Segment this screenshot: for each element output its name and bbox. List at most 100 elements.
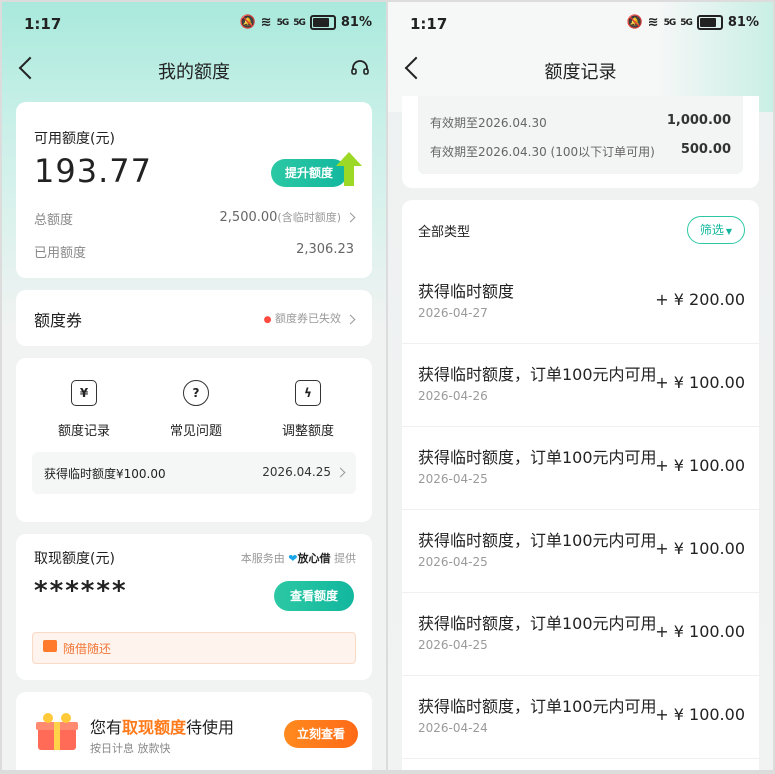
record-date: 2026-04-26 (418, 389, 488, 403)
list-item[interactable]: 获得临时额度，订单100元内可用 2026-04-26 + ¥ 100.00 (402, 343, 759, 427)
record-date: 2026-04-27 (418, 306, 488, 320)
dot-icon: ● (263, 315, 272, 325)
coupon-label: 额度券 (34, 311, 83, 330)
bolt-bag-icon: ϟ (295, 380, 321, 406)
gift-box-icon (34, 712, 80, 756)
validity-label: 有效期至2026.04.30 (100以下订单可用) (430, 145, 655, 159)
record-title: 获得临时额度，订单100元内可用 (418, 365, 657, 384)
withdraw-card: 取现额度(元) 本服务由 ❤放心借 提供 ****** 查看额度 随借随还 (16, 534, 372, 680)
shortcut-label: 常见问题 (169, 424, 222, 439)
list-item[interactable]: 获得临时额度，订单100元内可用 2026-04-25 + ¥ 100.00 (402, 509, 759, 593)
chevron-right-icon (345, 314, 356, 324)
page-title: 我的额度 (158, 62, 230, 83)
status-time: 1:17 (410, 15, 448, 33)
validity-label: 有效期至2026.04.30 (430, 116, 547, 130)
withdraw-label: 取现额度(元) (34, 551, 115, 567)
record-title: 获得临时额度，订单100元内可用 (418, 531, 657, 550)
wifi-icon: ≋ (260, 15, 272, 30)
record-date: 2026-04-25 (418, 472, 488, 486)
records-card: 全部类型 筛选 ▼ 获得临时额度 2026-04-27 + ¥ 200.00 获得… (402, 200, 759, 770)
total-value: 2,500.00 (219, 210, 278, 225)
battery-level: 81% (340, 15, 372, 30)
nav-bar: 我的额度 (2, 48, 386, 92)
status-time: 1:17 (24, 15, 62, 33)
record-amount: + ¥ 100.00 (655, 705, 745, 724)
validity-value: 1,000.00 (666, 113, 731, 128)
promo-card: 您有取现额度待使用 按日计息 放款快 立刻查看 (16, 692, 372, 770)
question-icon: ? (183, 380, 209, 406)
status-icons: 🔕 ≋ 5G 5G 81% (626, 15, 759, 30)
provider-prefix: 本服务由 (240, 552, 285, 565)
page-title: 额度记录 (544, 62, 617, 83)
record-amount: + ¥ 200.00 (655, 290, 745, 309)
coupon-card[interactable]: 额度券 ● 额度券已失效 (16, 290, 372, 346)
latest-record-text: 获得临时额度¥100.00 (44, 467, 166, 481)
available-credit-card: 可用额度(元) 193.77 提升额度 总额度 2,500.00(含临时额度) … (16, 102, 372, 278)
list-item[interactable]: 获得临时额度 2026-04-27 + ¥ 200.00 (402, 260, 759, 344)
shortcut-label: 调整额度 (281, 424, 334, 439)
shortcut-records[interactable]: ¥ 额度记录 (44, 380, 124, 439)
used-value: 2,306.23 (296, 242, 354, 257)
record-amount: + ¥ 100.00 (655, 622, 745, 641)
signal-icon-2: 5G (293, 17, 306, 28)
shortcut-label: 额度记录 (57, 424, 110, 439)
filter-label: 筛选 (699, 223, 724, 237)
list-item[interactable]: 获得临时额度，订单100元内可用 2026-04-24 + ¥ 100.00 (402, 675, 759, 759)
tag-bar: 随借随还 (32, 632, 356, 664)
customer-service-icon[interactable] (350, 58, 370, 83)
record-title: 获得临时额度 (418, 282, 515, 301)
provider-line: 本服务由 ❤放心借 提供 (241, 550, 356, 566)
used-label: 已用额度 (34, 246, 87, 261)
provider-name: 放心借 (297, 552, 331, 565)
signal-icon: 5G (276, 17, 290, 28)
status-icons: 🔕 ≋ 5G 5G 81% (239, 15, 372, 30)
tag-text: 随借随还 (63, 642, 112, 656)
view-now-button[interactable]: 立刻查看 (284, 720, 358, 748)
masked-amount: ****** (34, 576, 128, 606)
latest-record-row[interactable]: 获得临时额度¥100.00 2026.04.25 (32, 452, 356, 494)
wifi-icon: ≋ (647, 15, 659, 30)
signal-icon: 5G (663, 17, 677, 28)
battery-icon (696, 15, 723, 30)
record-date: 2026-04-25 (418, 555, 488, 569)
records-list: 获得临时额度 2026-04-27 + ¥ 200.00 获得临时额度，订单10… (402, 260, 759, 770)
promo-sub: 按日计息 放款快 (90, 742, 171, 755)
record-date: 2026-04-25 (418, 638, 488, 652)
latest-record-date: 2026.04.25 (262, 465, 331, 479)
shortcuts-card: ¥ 额度记录 ? 常见问题 ϟ 调整额度 获得临时额度¥100.00 2026.… (16, 358, 372, 522)
filter-button[interactable]: 筛选 ▼ (687, 216, 745, 244)
total-label: 总额度 (34, 213, 74, 228)
shortcut-adjust[interactable]: ϟ 调整额度 (268, 380, 348, 439)
promo-pre: 您有 (90, 718, 123, 737)
status-bar: 1:17 🔕 ≋ 5G 5G 81% (388, 2, 773, 46)
records-screen: 1:17 🔕 ≋ 5G 5G 81% 额度记录 有效期至2026.04.30 1… (388, 2, 773, 770)
yen-icon: ¥ (71, 380, 97, 406)
status-bar: 1:17 🔕 ≋ 5G 5G 81% (2, 2, 386, 46)
list-item[interactable]: 获得临时额度，订单100元内可用 2026-04-25 + ¥ 100.00 (402, 426, 759, 510)
promo-highlight: 取现额度 (122, 718, 187, 737)
total-note: (含临时额度) (277, 211, 341, 224)
coupon-status-text: 额度券已失效 (275, 312, 341, 325)
validity-box: 有效期至2026.04.30 1,000.00 有效期至2026.04.30 (… (418, 96, 743, 174)
latest-record-date-wrap: 2026.04.25 (262, 465, 346, 479)
list-item[interactable]: 获得临时额度，订单100元内可用 2026-04-25 + ¥ 100.00 (402, 592, 759, 676)
record-title: 获得临时额度，订单100元内可用 (418, 697, 657, 716)
total-row[interactable]: 2,500.00(含临时额度) (219, 209, 356, 225)
promo-title: 您有取现额度待使用 (90, 714, 234, 738)
shortcut-faq[interactable]: ? 常见问题 (156, 380, 236, 439)
battery-level: 81% (727, 15, 759, 30)
record-amount: + ¥ 100.00 (655, 373, 745, 392)
record-date: 2026-04-24 (418, 721, 488, 735)
signal-icon-2: 5G (680, 17, 693, 28)
available-label: 可用额度(元) (34, 131, 115, 147)
validity-card: 有效期至2026.04.30 1,000.00 有效期至2026.04.30 (… (402, 96, 759, 188)
type-filter-label: 全部类型 (418, 225, 471, 240)
credit-screen: 1:17 🔕 ≋ 5G 5G 81% 我的额度 可用额度(元) 193.77 提… (2, 2, 386, 770)
promo-post: 待使用 (186, 718, 235, 737)
view-credit-button[interactable]: 查看额度 (274, 581, 354, 611)
chevron-right-icon (335, 467, 346, 478)
record-title: 获得临时额度，订单100元内可用 (418, 448, 657, 467)
validity-value: 500.00 (680, 142, 731, 157)
record-amount: + ¥ 100.00 (655, 539, 745, 558)
tag-icon (43, 640, 57, 652)
